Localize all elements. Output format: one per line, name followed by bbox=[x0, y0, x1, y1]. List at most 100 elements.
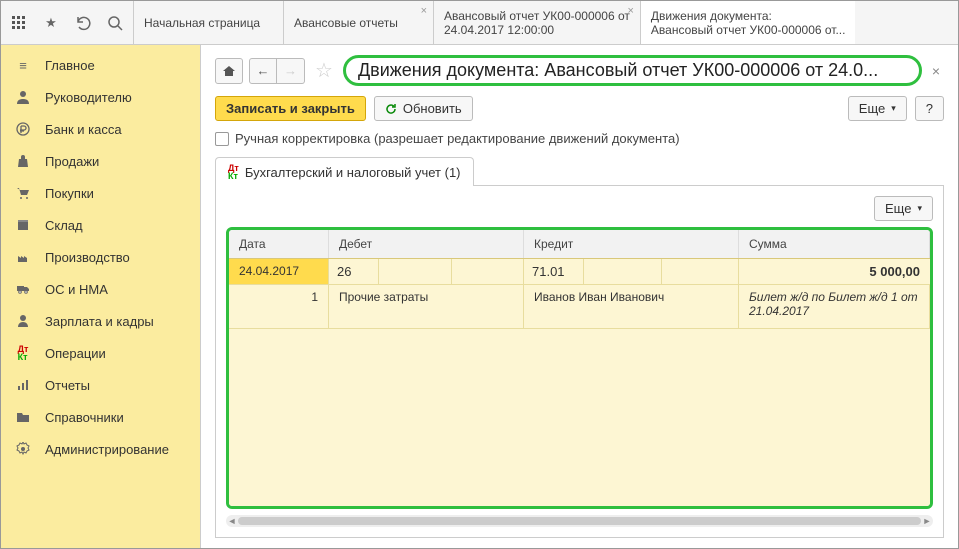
star-icon[interactable]: ★ bbox=[41, 13, 61, 33]
search-icon[interactable] bbox=[105, 13, 125, 33]
cell-debit: 26 bbox=[329, 259, 524, 285]
toolbar-icons: ★ bbox=[1, 1, 133, 44]
doc-tab-label: Бухгалтерский и налоговый учет (1) bbox=[245, 165, 461, 180]
chevron-down-icon: ▾ bbox=[917, 203, 922, 214]
sidebar-label: Администрирование bbox=[45, 442, 169, 457]
doc-tabs: ДтКт Бухгалтерский и налоговый учет (1) bbox=[215, 156, 944, 186]
accounting-panel: Еще ▾ Дата Дебет Кредит Сумма 24.04.2017… bbox=[215, 186, 944, 538]
col-date[interactable]: Дата bbox=[229, 230, 329, 258]
sidebar-label: Продажи bbox=[45, 154, 99, 169]
horizontal-scrollbar[interactable]: ◄ ► bbox=[226, 515, 933, 527]
grid-header: Дата Дебет Кредит Сумма bbox=[229, 230, 930, 259]
sidebar-label: Склад bbox=[45, 218, 83, 233]
sidebar-item-assets[interactable]: ОС и НМА bbox=[1, 273, 200, 305]
cell-rownum: 1 bbox=[229, 285, 329, 329]
col-debit[interactable]: Дебет bbox=[329, 230, 524, 258]
col-credit[interactable]: Кредит bbox=[524, 230, 739, 258]
sidebar-item-main[interactable]: ≡ Главное bbox=[1, 49, 200, 81]
sidebar-item-bank[interactable]: Банк и касса bbox=[1, 113, 200, 145]
sidebar-item-reports[interactable]: Отчеты bbox=[1, 369, 200, 401]
sidebar-label: Банк и касса bbox=[45, 122, 122, 137]
grid-body: 24.04.2017 26 71.01 5 000,00 1 П bbox=[229, 259, 930, 506]
sidebar-item-catalogs[interactable]: Справочники bbox=[1, 401, 200, 433]
factory-icon bbox=[15, 249, 31, 265]
manual-edit-label: Ручная корректировка (разрешает редактир… bbox=[235, 131, 680, 146]
credit-account: 71.01 bbox=[524, 259, 584, 285]
sidebar-label: Справочники bbox=[45, 410, 124, 425]
sidebar-label: Отчеты bbox=[45, 378, 90, 393]
history-icon[interactable] bbox=[73, 13, 93, 33]
sidebar-label: Главное bbox=[45, 58, 95, 73]
tab-label-line2: 24.04.2017 12:00:00 bbox=[444, 23, 630, 37]
cell-sum: 5 000,00 bbox=[739, 259, 930, 285]
apps-icon[interactable] bbox=[9, 13, 29, 33]
sidebar-label: Операции bbox=[45, 346, 106, 361]
sidebar-item-operations[interactable]: ДтКт Операции bbox=[1, 337, 200, 369]
cell-credit-text: Иванов Иван Иванович bbox=[524, 285, 739, 329]
help-button[interactable]: ? bbox=[915, 96, 944, 121]
tab-label-line1: Авансовый отчет УК00-000006 от bbox=[444, 9, 630, 23]
sidebar-item-sales[interactable]: Продажи bbox=[1, 145, 200, 177]
more-button[interactable]: Еще ▾ bbox=[848, 96, 907, 121]
col-sum[interactable]: Сумма bbox=[739, 230, 930, 258]
cell-date: 24.04.2017 bbox=[229, 259, 329, 285]
close-icon[interactable]: × bbox=[627, 5, 633, 17]
close-icon[interactable]: × bbox=[928, 63, 944, 79]
action-bar: Записать и закрыть Обновить Еще ▾ ? bbox=[215, 96, 944, 121]
back-button[interactable]: ← bbox=[249, 58, 277, 84]
dtkt-icon: ДтКт bbox=[228, 164, 239, 180]
scroll-thumb[interactable] bbox=[238, 517, 921, 525]
sidebar-item-warehouse[interactable]: Склад bbox=[1, 209, 200, 241]
sidebar-item-manager[interactable]: Руководителю bbox=[1, 81, 200, 113]
bag-icon bbox=[15, 153, 31, 169]
sidebar-item-hr[interactable]: Зарплата и кадры bbox=[1, 305, 200, 337]
dtkt-icon: ДтКт bbox=[15, 345, 31, 361]
forward-button[interactable]: → bbox=[277, 58, 305, 84]
ruble-icon bbox=[15, 121, 31, 137]
scroll-right-icon[interactable]: ► bbox=[921, 515, 933, 527]
tab-home[interactable]: Начальная страница bbox=[133, 1, 283, 44]
sidebar-label: Зарплата и кадры bbox=[45, 314, 154, 329]
sidebar: ≡ Главное Руководителю Банк и касса Прода… bbox=[1, 45, 201, 548]
person-icon bbox=[15, 89, 31, 105]
sidebar-item-purchases[interactable]: Покупки bbox=[1, 177, 200, 209]
cell-credit: 71.01 bbox=[524, 259, 739, 285]
manual-edit-checkbox[interactable] bbox=[215, 132, 229, 146]
folder-icon bbox=[15, 409, 31, 425]
more-label: Еще bbox=[859, 101, 885, 116]
more-label: Еще bbox=[885, 201, 911, 216]
body-layout: ≡ Главное Руководителю Банк и касса Прода… bbox=[1, 45, 958, 548]
main-content: ← → ☆ Движения документа: Авансовый отче… bbox=[201, 45, 958, 548]
table-row[interactable]: 1 Прочие затраты Иванов Иван Иванович Би… bbox=[229, 285, 930, 329]
scroll-left-icon[interactable]: ◄ bbox=[226, 515, 238, 527]
user-icon bbox=[15, 313, 31, 329]
title-bar: ← → ☆ Движения документа: Авансовый отче… bbox=[215, 55, 944, 86]
refresh-button[interactable]: Обновить bbox=[374, 96, 473, 121]
home-button[interactable] bbox=[215, 58, 243, 84]
debit-account: 26 bbox=[329, 259, 379, 285]
refresh-label: Обновить bbox=[403, 101, 462, 116]
tab-movements[interactable]: Движения документа: Авансовый отчет УК00… bbox=[640, 1, 856, 44]
sidebar-item-production[interactable]: Производство bbox=[1, 241, 200, 273]
tab-label: Начальная страница bbox=[144, 16, 273, 30]
menu-icon: ≡ bbox=[15, 57, 31, 73]
tab-label-line2: Авансовый отчет УК00-000006 от... bbox=[651, 23, 846, 37]
table-row[interactable]: 24.04.2017 26 71.01 5 000,00 bbox=[229, 259, 930, 285]
tab-strip: Начальная страница Авансовые отчеты × Ав… bbox=[133, 1, 958, 44]
favorite-icon[interactable]: ☆ bbox=[315, 58, 333, 83]
panel-toolbar: Еще ▾ bbox=[226, 196, 933, 221]
tab-document[interactable]: Авансовый отчет УК00-000006 от 24.04.201… bbox=[433, 1, 640, 44]
sidebar-label: Руководителю bbox=[45, 90, 132, 105]
tab-reports[interactable]: Авансовые отчеты × bbox=[283, 1, 433, 44]
chevron-down-icon: ▾ bbox=[891, 103, 896, 114]
save-close-button[interactable]: Записать и закрыть bbox=[215, 96, 366, 121]
sidebar-label: Покупки bbox=[45, 186, 94, 201]
manual-edit-row: Ручная корректировка (разрешает редактир… bbox=[215, 131, 944, 146]
more-button-grid[interactable]: Еще ▾ bbox=[874, 196, 933, 221]
page-title: Движения документа: Авансовый отчет УК00… bbox=[343, 55, 922, 86]
tab-accounting[interactable]: ДтКт Бухгалтерский и налоговый учет (1) bbox=[215, 157, 474, 186]
top-bar: ★ Начальная страница Авансовые отчеты × … bbox=[1, 1, 958, 45]
tab-label: Авансовые отчеты bbox=[294, 16, 423, 30]
sidebar-item-admin[interactable]: Администрирование bbox=[1, 433, 200, 465]
close-icon[interactable]: × bbox=[421, 5, 427, 17]
